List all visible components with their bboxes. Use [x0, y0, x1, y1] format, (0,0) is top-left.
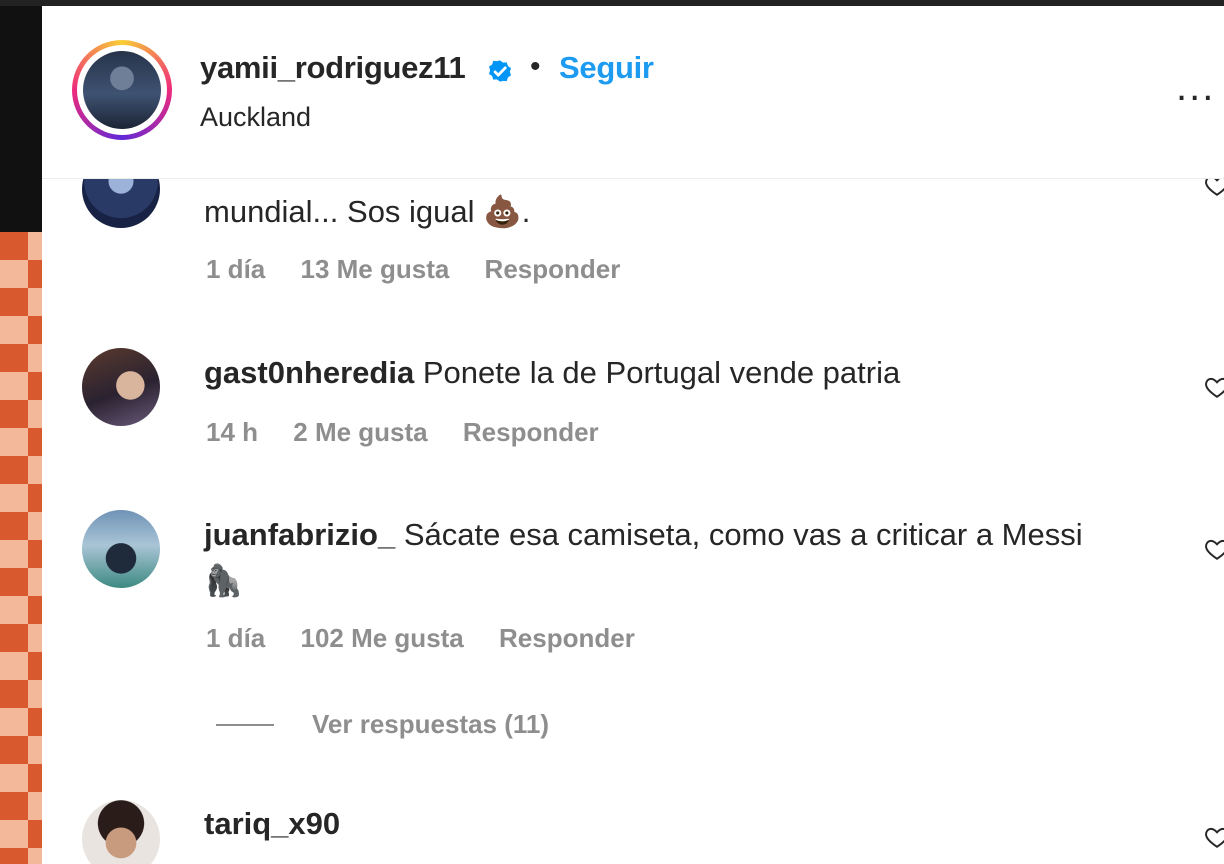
comment-text: mundial... Sos igual 💩. [204, 194, 531, 229]
comment-time: 1 día [206, 623, 266, 653]
comment-time: 14 h [206, 417, 259, 447]
avatar-image [83, 51, 161, 129]
comment-time: 1 día [206, 254, 266, 284]
comment-meta: 14 h 2 Me gusta Responder [206, 417, 627, 448]
comment-username[interactable]: tariq_x90 [204, 806, 340, 841]
comment-meta: 1 día 13 Me gusta Responder [206, 254, 648, 285]
heart-icon[interactable] [1204, 374, 1224, 400]
view-replies-button[interactable]: Ver respuestas (11) [312, 709, 549, 740]
avatar-ring-gap [77, 45, 167, 135]
comment-username[interactable]: juanfabrizio_ [204, 517, 395, 552]
profile-username[interactable]: yamii_rodriguez11 [200, 50, 466, 86]
more-options-icon[interactable]: ... [1176, 67, 1215, 107]
comment-text: juanfabrizio_ Sácate esa camiseta, como … [204, 515, 1083, 555]
comment-username[interactable]: gast0nheredia [204, 355, 414, 390]
separator-dot: • [530, 50, 541, 83]
verified-badge-icon [489, 60, 511, 82]
comment-text: gast0nheredia Ponete la de Portugal vend… [204, 353, 900, 393]
comment-body: Ponete la de Portugal vende patria [422, 355, 901, 390]
comment-avatar[interactable] [82, 510, 160, 588]
reply-button[interactable]: Responder [485, 254, 621, 285]
comment-meta: 1 día 102 Me gusta Responder [206, 623, 663, 654]
heart-icon[interactable] [1204, 824, 1224, 850]
reply-button[interactable]: Responder [499, 623, 635, 654]
comment-likes[interactable]: 13 Me gusta [300, 254, 449, 285]
background-pattern [0, 232, 42, 864]
comments-panel: mundial... Sos igual 💩. 1 día 13 Me gust… [42, 6, 1224, 864]
post-header: yamii_rodriguez11 • Seguir Auckland ... [42, 6, 1224, 179]
comment-text: tariq_x90 [204, 804, 340, 844]
heart-icon[interactable] [1204, 536, 1224, 562]
profile-avatar[interactable] [72, 40, 172, 140]
post-location[interactable]: Auckland [200, 102, 311, 133]
follow-button[interactable]: Seguir [559, 50, 654, 86]
comment-text-line2: 🦍 [204, 563, 243, 598]
comment-avatar[interactable] [82, 800, 160, 864]
comment-body: Sácate esa camiseta, como vas a criticar… [403, 517, 1083, 552]
comment-likes[interactable]: 102 Me gusta [300, 623, 463, 654]
comment-avatar[interactable] [82, 348, 160, 426]
reply-button[interactable]: Responder [463, 417, 599, 448]
comment-likes[interactable]: 2 Me gusta [293, 417, 427, 448]
replies-divider [216, 724, 274, 726]
